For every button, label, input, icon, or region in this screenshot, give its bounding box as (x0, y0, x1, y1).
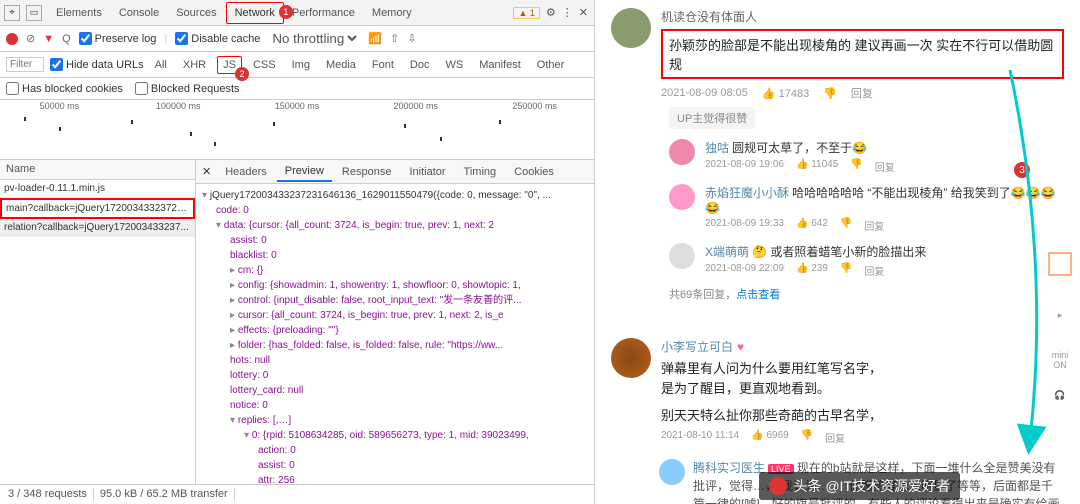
preview-tree[interactable]: jQuery172003433237231646136_162901155047… (196, 184, 594, 484)
reply-item: 赤焰狂魔小小酥 哈哈哈哈哈哈 “不能出现棱角” 给我笑到了😂😂😂😂 2021-0… (669, 184, 1064, 233)
avatar[interactable] (669, 184, 695, 210)
network-toolbar: ⊘ ▼ Q Preserve log | Disable cache No th… (0, 26, 594, 52)
filter-icon[interactable]: ▼ (43, 33, 54, 45)
reply-user[interactable]: 腾科实习医生 (693, 461, 765, 475)
devtools-tabs: ⌖ ▭ Elements Console Sources Network1 Pe… (0, 0, 594, 26)
dtab-cookies[interactable]: Cookies (506, 163, 562, 181)
reply-user[interactable]: X端萌萌 (705, 245, 749, 259)
watermark-icon (769, 477, 787, 495)
names-header[interactable]: Name (0, 160, 195, 180)
reply-button[interactable]: 回复 (851, 85, 873, 101)
side-arrow-icon[interactable]: ▸ (1044, 310, 1076, 321)
hide-urls-checkbox[interactable]: Hide data URLs (50, 58, 144, 71)
request-row[interactable]: relation?callback=jQuery172003433237... (0, 219, 195, 237)
record-icon[interactable] (6, 33, 18, 45)
status-transfer: 95.0 kB / 65.2 MB transfer (100, 488, 235, 501)
detail-panel: ✕ Headers Preview Response Initiator Tim… (196, 160, 594, 484)
dtab-response[interactable]: Response (334, 163, 400, 181)
disable-cache-checkbox[interactable]: Disable cache (175, 32, 260, 45)
avatar[interactable] (659, 459, 685, 485)
throttling-select[interactable]: No throttling (268, 30, 360, 47)
dtab-preview[interactable]: Preview (277, 162, 332, 182)
gear-icon[interactable]: ⚙ (546, 6, 556, 19)
type-all[interactable]: All (150, 57, 172, 73)
type-manifest[interactable]: Manifest (474, 57, 526, 73)
dtab-headers[interactable]: Headers (217, 163, 275, 181)
side-service-icon[interactable]: 🎧 (1044, 390, 1076, 401)
blocked-req-checkbox[interactable]: Blocked Requests (135, 82, 240, 95)
tab-performance[interactable]: Performance (284, 3, 364, 23)
type-js[interactable]: JS2 (217, 56, 242, 74)
download-icon[interactable]: ⇩ (407, 32, 416, 45)
upload-icon[interactable]: ⇧ (390, 32, 399, 45)
tab-elements[interactable]: Elements (48, 3, 111, 23)
waterfall[interactable]: 50000 ms 100000 ms 150000 ms 200000 ms 2… (0, 100, 594, 160)
comment-username[interactable]: 机读仓没有体面人 (661, 8, 1064, 25)
status-requests: 3 / 348 requests (8, 488, 94, 501)
type-img[interactable]: Img (287, 57, 315, 73)
avatar[interactable] (611, 338, 651, 378)
side-widget[interactable] (1044, 250, 1076, 280)
inspect-icon[interactable]: ⌖ (4, 5, 20, 21)
comment-username[interactable]: 小李写立可白 ♥ (661, 338, 1064, 355)
search-icon[interactable]: Q (62, 33, 71, 45)
filter-bar-2: Has blocked cookies Blocked Requests (0, 78, 594, 100)
names-column: Name pv-loader-0.11.1.min.js main?callba… (0, 160, 196, 484)
type-xhr[interactable]: XHR (178, 57, 211, 73)
type-media[interactable]: Media (321, 57, 361, 73)
request-row[interactable]: pv-loader-0.11.1.min.js (0, 180, 195, 198)
tab-console[interactable]: Console (111, 3, 168, 23)
type-other[interactable]: Other (532, 57, 570, 73)
close-detail-icon[interactable]: ✕ (202, 165, 211, 178)
dislike-icon[interactable]: 👎 (823, 87, 837, 100)
side-mini-toggle[interactable]: miniON (1044, 350, 1076, 370)
like-count[interactable]: 👍 17483 (762, 87, 809, 100)
comment-item: 小李写立可白 ♥ 弹幕里有人问为什么要用红笔写名字，是为了醒目，更直观地看到。 … (595, 330, 1080, 453)
status-bar: 3 / 348 requests 95.0 kB / 65.2 MB trans… (0, 484, 594, 504)
clear-icon[interactable]: ⊘ (26, 32, 35, 45)
reply-user[interactable]: 赤焰狂魔小小酥 (705, 186, 789, 200)
comment-time: 2021-08-09 08:05 (661, 87, 748, 99)
close-icon[interactable]: ✕ (579, 6, 588, 19)
type-ws[interactable]: WS (440, 57, 468, 73)
blocked-cookies-checkbox[interactable]: Has blocked cookies (6, 82, 123, 95)
more-icon[interactable]: ⋮ (562, 6, 573, 19)
reply-item: 独咕 圆规可太草了，不至于😂 2021-08-09 19:06👍 11045👎回… (669, 139, 1064, 174)
reply-item: X端萌萌 🤔 或者照着蜡笔小新的脸描出来 2021-08-09 22:09👍 2… (669, 243, 1064, 278)
wifi-icon[interactable]: 📶 (368, 32, 382, 45)
avatar[interactable] (669, 243, 695, 269)
filter-bar: Hide data URLs All XHR JS2 CSS Img Media… (0, 52, 594, 78)
tab-memory[interactable]: Memory (364, 3, 421, 23)
tab-sources[interactable]: Sources (168, 3, 225, 23)
device-icon[interactable]: ▭ (26, 5, 42, 21)
preserve-checkbox[interactable]: Preserve log (79, 32, 157, 45)
type-css[interactable]: CSS (248, 57, 281, 73)
comment-text-highlighted: 孙颖莎的脸部是不能出现棱角的 建议再画一次 实在不行可以借助圆规 (661, 29, 1064, 79)
tab-network[interactable]: Network1 (226, 2, 284, 24)
avatar[interactable] (669, 139, 695, 165)
type-doc[interactable]: Doc (405, 57, 435, 73)
request-row-selected[interactable]: main?callback=jQuery17200343323723... (0, 198, 195, 219)
warn-badge[interactable]: ▲ 1 (513, 7, 539, 19)
up-like-badge: UP主觉得很赞 (669, 107, 755, 129)
dtab-initiator[interactable]: Initiator (401, 163, 453, 181)
type-font[interactable]: Font (367, 57, 399, 73)
dtab-timing[interactable]: Timing (456, 163, 505, 181)
bilibili-comments: 机读仓没有体面人 孙颖莎的脸部是不能出现棱角的 建议再画一次 实在不行可以借助圆… (595, 0, 1080, 504)
badge-2: 2 (235, 67, 249, 81)
watermark: 头条 @IT技术资源爱好者 (759, 472, 960, 500)
more-replies[interactable]: 共69条回复，点击查看 (669, 286, 1064, 302)
reply-user[interactable]: 独咕 (705, 141, 729, 155)
badge-3: 3 (1014, 162, 1030, 178)
filter-input[interactable] (6, 57, 44, 72)
avatar[interactable] (611, 8, 651, 48)
